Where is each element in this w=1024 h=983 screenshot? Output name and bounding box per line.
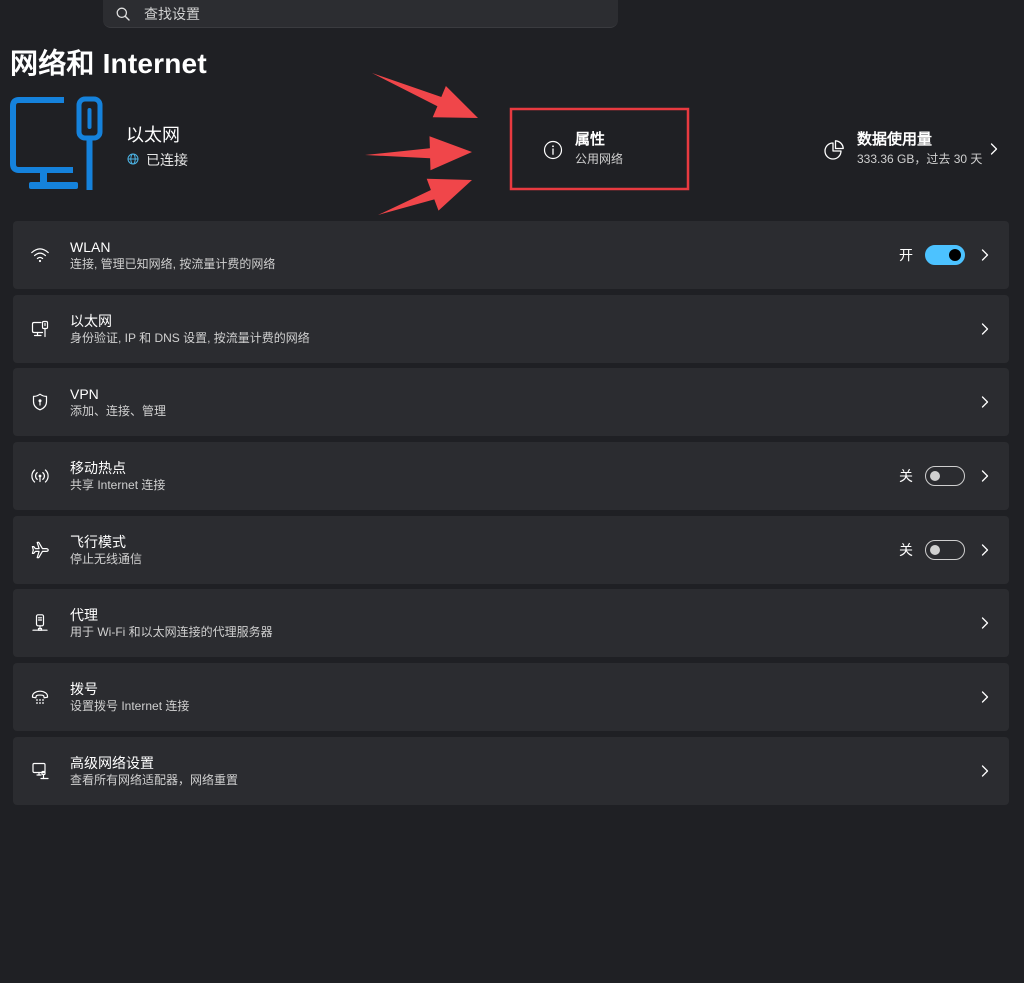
toggle-knob	[949, 249, 961, 261]
item-subtitle: 用于 Wi-Fi 和以太网连接的代理服务器	[70, 625, 273, 640]
toggle-state-label: 关	[899, 468, 913, 485]
item-title: WLAN	[70, 239, 111, 255]
mobile-hotspot-toggle[interactable]	[925, 466, 965, 487]
properties-label: 属性	[575, 131, 606, 148]
airplane-mode-toggle[interactable]	[925, 539, 965, 560]
search-placeholder[interactable]: 查找设置	[144, 6, 200, 22]
settings-item-proxy[interactable]: 代理 用于 Wi-Fi 和以太网连接的代理服务器	[13, 589, 1009, 658]
item-title: VPN	[70, 386, 99, 403]
chevron-right-icon	[981, 470, 989, 482]
airplane-icon	[30, 540, 50, 560]
globe-icon	[127, 153, 139, 165]
annotation-arrow	[365, 136, 472, 171]
wifi-icon	[30, 245, 50, 265]
chevron-right-icon	[981, 544, 989, 556]
search-box[interactable]: 查找设置	[103, 0, 618, 28]
item-subtitle: 身份验证, IP 和 DNS 设置, 按流量计费的网络	[70, 330, 310, 345]
chevron-right-icon	[981, 691, 989, 703]
data-usage-value: 333.36 GB，过去 30 天	[857, 152, 983, 166]
chevron-right-icon	[981, 323, 989, 335]
search-icon	[116, 7, 130, 21]
info-icon	[543, 140, 563, 160]
item-title: 拨号	[70, 681, 98, 698]
dialup-icon	[30, 687, 50, 707]
settings-item-dial-up[interactable]: 拨号 设置拨号 Internet 连接	[13, 663, 1009, 732]
annotation-arrow	[378, 178, 472, 215]
properties-button[interactable]: 属性 公用网络	[511, 109, 689, 190]
item-subtitle: 设置拨号 Internet 连接	[70, 699, 190, 714]
item-subtitle: 共享 Internet 连接	[70, 478, 166, 493]
chevron-right-icon	[981, 249, 989, 261]
settings-item-advanced-network[interactable]: 高级网络设置 查看所有网络适配器，网络重置	[13, 736, 1009, 805]
item-title: 以太网	[70, 312, 112, 329]
network-profile-value: 公用网络	[575, 152, 624, 166]
settings-item-wlan[interactable]: WLAN 连接, 管理已知网络, 按流量计费的网络 开	[13, 221, 1009, 289]
advanced-network-icon	[30, 761, 50, 781]
page-title: 网络和 Internet	[10, 48, 207, 79]
connection-name: 以太网	[126, 125, 180, 145]
settings-item-mobile-hotspot[interactable]: 移动热点 共享 Internet 连接 关	[13, 442, 1009, 511]
item-subtitle: 停止无线通信	[70, 551, 143, 566]
item-subtitle: 添加、连接、管理	[70, 404, 167, 419]
annotation-arrow	[372, 73, 478, 118]
item-title: 代理	[70, 607, 98, 624]
shield-icon	[30, 392, 50, 412]
ethernet-icon	[30, 319, 50, 339]
proxy-icon	[30, 613, 50, 633]
connection-status: 已连接	[146, 152, 188, 168]
settings-item-ethernet[interactable]: 以太网 身份验证, IP 和 DNS 设置, 按流量计费的网络	[13, 294, 1009, 363]
chevron-right-icon	[981, 765, 989, 777]
wlan-toggle[interactable]	[925, 245, 965, 265]
settings-item-airplane-mode[interactable]: 飞行模式 停止无线通信 关	[13, 515, 1009, 584]
toggle-state-label: 开	[899, 247, 913, 263]
pie-chart-icon	[823, 139, 845, 161]
toggle-knob	[930, 471, 940, 482]
data-usage-label: 数据使用量	[857, 131, 933, 148]
item-title: 飞行模式	[70, 533, 126, 550]
chevron-right-icon	[990, 143, 998, 155]
settings-item-vpn[interactable]: VPN 添加、连接、管理	[13, 368, 1009, 437]
item-subtitle: 查看所有网络适配器，网络重置	[70, 772, 239, 787]
item-subtitle: 连接, 管理已知网络, 按流量计费的网络	[70, 257, 276, 271]
toggle-state-label: 关	[899, 541, 913, 558]
item-title: 移动热点	[70, 460, 126, 477]
chevron-right-icon	[981, 617, 989, 630]
item-title: 高级网络设置	[70, 754, 154, 771]
settings-list: WLAN 连接, 管理已知网络, 按流量计费的网络 开 以太网 身份验证, IP…	[13, 221, 1009, 811]
hotspot-icon	[30, 466, 50, 486]
toggle-knob	[930, 544, 940, 555]
data-usage-button[interactable]: 数据使用量 333.36 GB，过去 30 天	[820, 125, 1010, 175]
ethernet-monitor-icon	[0, 90, 110, 200]
chevron-right-icon	[981, 396, 989, 409]
